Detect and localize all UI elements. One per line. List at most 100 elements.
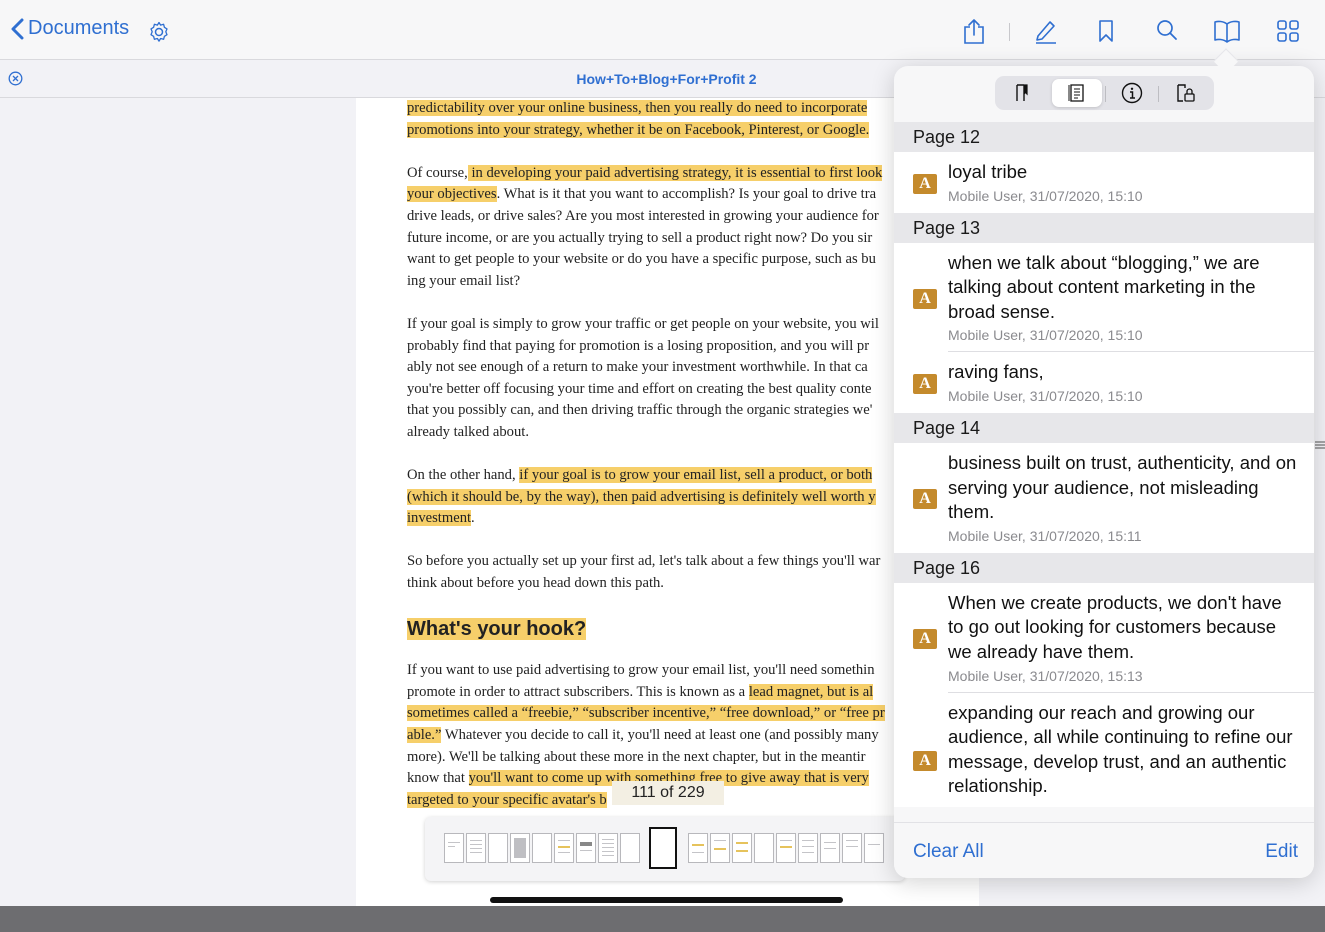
bottom-band [0,906,1325,932]
text-line: future income, or are you actually tryin… [407,229,873,246]
page-thumbnail[interactable] [688,833,708,863]
chevron-left-icon [11,18,24,39]
annotation-text: loyal tribe [948,161,1028,182]
page-thumbnail-strip[interactable] [425,817,905,881]
clipboard-tab[interactable] [1161,79,1211,107]
paragraph: If your goal is simply to grow your traf… [407,314,967,444]
page-thumbnail[interactable] [576,833,596,863]
clear-all-button[interactable]: Clear All [913,841,984,863]
annotation-text: business built on trust, authenticity, a… [948,451,1297,523]
highlight[interactable]: targeted to your specific avatar's b [407,791,607,808]
annotation-item[interactable]: A When we create products, we don't have… [894,582,1314,693]
highlight[interactable]: lead magnet, but is al [748,683,874,700]
close-circle-icon[interactable] [8,71,23,86]
text-run: . What is it that you want to accomplish… [496,186,877,203]
section-header: Page 14 [894,412,1314,443]
page-thumbnail[interactable] [510,833,530,863]
paragraph: Of course, in developing your paid adver… [407,163,967,293]
back-button[interactable]: Documents [10,17,129,40]
page-thumbnail[interactable] [732,833,752,863]
page-thumbnail[interactable] [820,833,840,863]
highlight-badge-icon: A [913,628,937,649]
toolbar-divider [1009,23,1010,41]
page-thumbnail[interactable] [554,833,574,863]
highlight[interactable]: sometimes called a “freebie,” “subscribe… [407,705,885,722]
book-icon[interactable] [1212,18,1242,44]
bookmarks-tab[interactable] [997,79,1047,107]
page-thumbnail[interactable] [798,833,818,863]
page-thumbnail[interactable] [754,833,774,863]
home-indicator[interactable] [490,897,843,903]
annotations-list[interactable]: Page 12 A loyal tribe Mobile User, 31/07… [894,122,1314,822]
current-page-thumbnail[interactable] [649,827,677,869]
highlight[interactable]: predictability over your online business… [407,100,868,116]
highlight-badge-icon: A [913,750,937,771]
text-line: you're better off focusing your time and… [407,380,872,397]
page-counter: 111 of 229 [612,781,724,805]
highlight[interactable]: in developing your paid advertising stra… [467,164,883,181]
text-line: want to get people to your website or do… [407,251,876,268]
top-toolbar: Documents [0,0,1325,60]
annotation-meta: Mobile User, 31/07/2020, 15:10 [948,327,1143,344]
page-thumbnail[interactable] [466,833,486,863]
annotation-text: raving fans, [948,361,1044,383]
text-run: Of course, [407,164,468,181]
annotation-text: When we create products, we don't have t… [948,591,1282,662]
grid-icon[interactable] [1276,18,1300,44]
highlight-badge-icon: A [913,488,937,509]
text-run: know that [407,770,469,787]
settings-icon[interactable] [147,20,171,44]
annotation-item[interactable]: A business built on trust, authenticity,… [894,442,1314,553]
page-thumbnail[interactable] [444,833,464,863]
highlight[interactable]: investment [407,510,472,527]
text-run: Whatever you decide to call it, you'll n… [441,727,879,744]
annotations-tab[interactable] [1052,79,1102,107]
annotation-text: expanding our reach and growing our audi… [948,701,1293,797]
section-header: Page 12 [894,122,1314,152]
panel-segmented-control [995,76,1214,110]
page-thumbnail[interactable] [776,833,796,863]
text-line: ing your email list? [407,272,521,289]
clipboard-lock-icon [1177,84,1195,102]
text-line: probably find that paying for promotion … [407,337,870,354]
highlight[interactable]: your objectives [407,186,497,203]
annotation-item[interactable]: A when we talk about “blogging,” we are … [894,242,1314,353]
page-thumbnail[interactable] [710,833,730,863]
paragraph: predictability over your online business… [407,98,967,141]
page-thumbnail[interactable] [864,833,884,863]
highlight-badge-icon: A [913,288,937,309]
annotation-item[interactable]: A loyal tribe Mobile User, 31/07/2020, 1… [894,152,1314,213]
page-thumbnail[interactable] [532,833,552,863]
popover-footer: Clear All Edit [894,822,1314,878]
annotation-meta: Mobile User, 31/07/2020, 15:11 [948,527,1142,544]
highlight[interactable]: if your goal is to grow your email list,… [519,467,873,484]
annotations-popover: Page 12 A loyal tribe Mobile User, 31/07… [894,66,1314,878]
annotation-text: when we talk about “blogging,” we are ta… [948,251,1260,322]
search-icon[interactable] [1155,18,1179,44]
highlight[interactable]: promotions into your strategy, whether i… [407,121,870,138]
share-icon[interactable] [961,18,987,46]
bookmark-icon[interactable] [1096,18,1116,44]
annotation-item[interactable]: A raving fans, Mobile User, 31/07/2020, … [894,352,1314,413]
page-thumbnail[interactable] [842,833,862,863]
annotation-item[interactable]: A expanding our reach and growing our au… [894,692,1314,807]
highlight[interactable]: (which it should be, by the way), then p… [407,488,876,505]
annotation-meta: Mobile User, 31/07/2020, 15:10 [948,387,1143,404]
highlight[interactable]: able.” [407,727,442,744]
page-thumbnail[interactable] [488,833,508,863]
page-thumbnail[interactable] [598,833,618,863]
annotate-icon[interactable] [1033,18,1059,44]
segment-divider [1105,86,1106,102]
edit-button[interactable]: Edit [1265,841,1298,863]
text-run: promote in order to attract subscribers.… [407,683,749,700]
page-thumbnail[interactable] [620,833,640,863]
text-line: think about before you head down this pa… [407,575,664,592]
annotations-list-icon [1068,84,1084,102]
scroll-grip-icon[interactable] [1313,437,1325,453]
segment-divider [1158,86,1159,102]
text-line: If your goal is simply to grow your traf… [407,315,879,332]
page-text: predictability over your online business… [407,98,967,833]
text-line: ably not see enough of a return to make … [407,359,868,376]
heading-text[interactable]: What's your hook? [407,618,587,641]
info-tab[interactable] [1107,79,1157,107]
